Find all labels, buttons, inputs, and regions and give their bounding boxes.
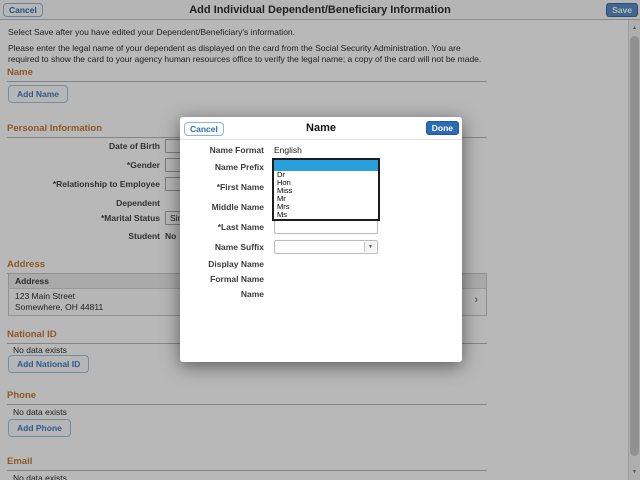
last-name-label: *Last Name xyxy=(217,222,264,232)
name-suffix-label: Name Suffix xyxy=(214,242,264,252)
name-prefix-label: Name Prefix xyxy=(214,162,264,172)
modal-row-name-suffix: Name Suffix ▼ xyxy=(180,240,462,254)
name-prefix-dropdown-list: Dr Hon Miss Mr Mrs Ms xyxy=(272,158,380,221)
name-label: Name xyxy=(240,289,264,299)
name-format-label: Name Format xyxy=(209,145,264,155)
first-name-label: *First Name xyxy=(216,182,264,192)
select-dropdown-icon[interactable]: ▼ xyxy=(364,242,376,252)
app-window: Add Individual Dependent/Beneficiary Inf… xyxy=(0,0,640,480)
prefix-option-mrs[interactable]: Mrs xyxy=(274,203,378,211)
middle-name-label: Middle Name xyxy=(211,202,264,212)
modal-row-formal-name: Formal Name xyxy=(180,272,462,286)
modal-cancel-button[interactable]: Cancel xyxy=(184,122,224,136)
name-format-value: English xyxy=(274,145,302,155)
name-modal-header: Name Cancel Done xyxy=(180,117,462,140)
prefix-option-miss[interactable]: Miss xyxy=(274,187,378,195)
modal-row-last-name: *Last Name xyxy=(180,220,462,234)
last-name-input[interactable] xyxy=(274,220,378,234)
prefix-option-ms[interactable]: Ms xyxy=(274,211,378,219)
name-suffix-select[interactable]: ▼ xyxy=(274,240,378,254)
prefix-option-blank-selected[interactable] xyxy=(274,160,378,171)
display-name-label: Display Name xyxy=(208,259,264,269)
formal-name-label: Formal Name xyxy=(210,274,264,284)
modal-done-button[interactable]: Done xyxy=(425,121,459,135)
name-modal: Name Cancel Done Name Format English Nam… xyxy=(180,117,462,362)
modal-row-name: Name xyxy=(180,287,462,301)
modal-row-name-format: Name Format English xyxy=(180,143,462,157)
modal-row-display-name: Display Name xyxy=(180,257,462,271)
